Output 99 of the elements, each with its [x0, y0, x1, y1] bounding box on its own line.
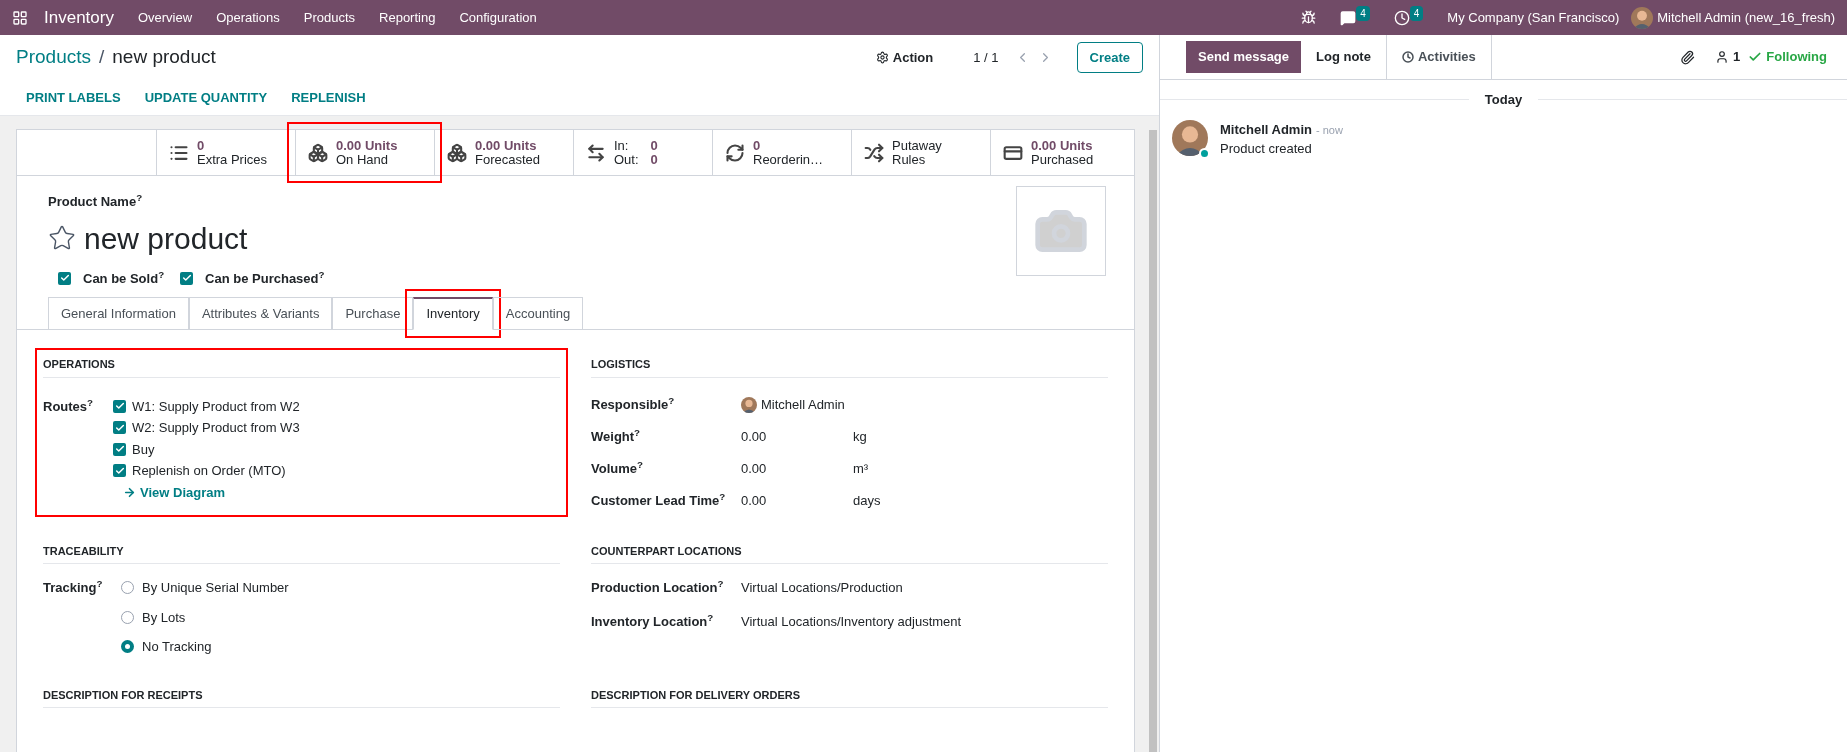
checkbox[interactable] — [58, 271, 71, 285]
chat-icon[interactable] — [1340, 9, 1357, 26]
stat-icon — [308, 142, 328, 163]
stat-icon — [864, 142, 884, 163]
notebook-tab[interactable]: Purchase — [332, 297, 414, 330]
user-avatar — [1631, 6, 1654, 29]
section-title: DESCRIPTION FOR DELIVERY ORDERS — [591, 686, 1108, 708]
field-label: Production Location$^{?}$ — [591, 578, 725, 597]
apps-menu-icon[interactable] — [12, 9, 28, 26]
clock-icon[interactable] — [1393, 9, 1410, 26]
message-time: - now — [1315, 122, 1343, 138]
field-value[interactable]: 0.00 — [741, 458, 853, 479]
clock-icon — [1401, 51, 1414, 63]
notebook-tab[interactable]: Accounting — [492, 297, 584, 330]
field-value[interactable]: 0.00 — [741, 490, 853, 511]
app-title[interactable]: Inventory — [44, 4, 114, 31]
field-label: Weight$^{?}$ — [591, 426, 642, 446]
field-label: Routes$^{?}$ — [43, 396, 95, 416]
unit-label: kg — [853, 427, 867, 446]
route-label: Buy — [132, 440, 155, 459]
menu-item[interactable]: Configuration — [459, 7, 537, 28]
count-badge: 4 — [1409, 5, 1424, 21]
gear-icon — [875, 51, 889, 64]
field-value[interactable]: Virtual Locations/Inventory adjustment — [741, 611, 962, 631]
attachment-icon[interactable] — [1680, 49, 1696, 65]
unit-label: m³ — [853, 459, 869, 478]
user-menu[interactable]: Mitchell Admin (new_16_fresh) — [1657, 7, 1835, 28]
menu-item[interactable]: Reporting — [379, 7, 436, 28]
breadcrumb-link[interactable]: Products — [16, 43, 91, 72]
checkbox[interactable] — [113, 442, 126, 456]
action-menu-button[interactable]: Action — [875, 47, 934, 68]
unit-label: days — [853, 491, 881, 510]
section-title: OPERATIONS — [43, 356, 560, 378]
field-value[interactable]: Virtual Locations/Production — [741, 578, 903, 598]
section-title: COUNTERPART LOCATIONS — [591, 542, 1108, 564]
checkbox-label: Can be Sold$^{?}$ — [83, 268, 165, 288]
menu-item[interactable]: Operations — [216, 7, 280, 28]
radio-button[interactable] — [121, 640, 134, 654]
radio-label: By Lots — [142, 608, 186, 627]
stat-button[interactable]: 0 Reorderin… — [712, 130, 851, 175]
stat-icon — [725, 142, 745, 163]
author-avatar — [1172, 119, 1208, 156]
product-name-field[interactable]: new product — [84, 215, 248, 261]
field-value[interactable]: 0.00 — [741, 426, 853, 447]
section-title: TRACEABILITY — [43, 542, 560, 564]
menu-item[interactable]: Products — [303, 7, 356, 28]
stat-icon — [586, 142, 606, 163]
user-avatar — [741, 396, 757, 413]
notebook-tab[interactable]: Attributes & Variants — [188, 297, 333, 330]
notebook-tab[interactable]: General Information — [48, 297, 189, 330]
chatter-tab[interactable]: Activities — [1385, 35, 1492, 79]
header-button[interactable]: REPLENISH — [291, 87, 366, 108]
header-button[interactable]: UPDATE QUANTITY — [144, 87, 268, 108]
pager-value: 1 / 1 — [973, 48, 999, 67]
checkbox[interactable] — [113, 421, 126, 435]
company-switcher[interactable]: My Company (San Francisco) — [1447, 7, 1620, 28]
chatter-tab[interactable]: Log note — [1301, 35, 1386, 79]
checkbox-label: Can be Purchased$^{?}$ — [205, 268, 325, 288]
radio-label: No Tracking — [142, 638, 212, 656]
checkbox[interactable] — [113, 399, 126, 413]
arrow-right-icon — [123, 485, 136, 499]
route-label: Replenish on Order (MTO) — [132, 462, 286, 480]
header-button[interactable]: PRINT LABELS — [26, 87, 121, 108]
field-label: Product Name$^{?}$ — [48, 192, 144, 211]
date-separator: Today — [1483, 91, 1524, 109]
breadcrumb-separator: / — [99, 45, 105, 70]
checkbox[interactable] — [113, 464, 126, 478]
menu-item[interactable]: Overview — [137, 7, 193, 28]
field-value[interactable]: Mitchell Admin — [761, 394, 845, 415]
field-label: Inventory Location$^{?}$ — [591, 611, 715, 631]
stat-button[interactable]: 0.00 Units Purchased — [990, 130, 1129, 175]
radio-label: By Unique Serial Number — [142, 579, 289, 597]
route-label: W2: Supply Product from W3 — [132, 419, 300, 437]
route-label: W1: Supply Product from W2 — [132, 397, 300, 416]
message-author[interactable]: Mitchell Admin — [1220, 119, 1312, 139]
check-icon — [1748, 50, 1763, 64]
count-badge: 4 — [1356, 5, 1370, 21]
field-label: Customer Lead Time$^{?}$ — [591, 490, 727, 510]
stat-button[interactable]: 0.00 Units Forecasted — [434, 130, 573, 175]
stat-icon — [447, 142, 467, 163]
message-body: Product created — [1220, 140, 1313, 158]
stat-button[interactable]: Putaway Rules — [851, 130, 990, 175]
checkbox[interactable] — [180, 271, 194, 285]
field-label: Volume$^{?}$ — [591, 458, 644, 478]
field-label: Tracking$^{?}$ — [43, 578, 104, 597]
view-diagram-link[interactable]: View Diagram — [123, 482, 300, 502]
section-title: LOGISTICS — [591, 356, 1108, 378]
field-label: Responsible$^{?}$ — [591, 394, 676, 414]
user-icon — [1715, 50, 1730, 64]
stat-button[interactable]: 0.00 Units On Hand — [295, 130, 434, 175]
create-button[interactable]: Create — [1076, 41, 1143, 74]
section-title: DESCRIPTION FOR RECEIPTS — [43, 686, 560, 708]
bug-icon[interactable] — [1301, 10, 1317, 25]
breadcrumb-current: new product — [112, 45, 216, 70]
send-message-button[interactable]: Send message — [1186, 41, 1302, 73]
favorite-star-icon[interactable] — [48, 224, 76, 252]
stat-button[interactable]: 0 Extra Prices — [156, 130, 295, 175]
stat-button[interactable]: In: 0 Out: 0 — [573, 130, 712, 175]
followers-button[interactable]: 1 — [1715, 47, 1741, 67]
